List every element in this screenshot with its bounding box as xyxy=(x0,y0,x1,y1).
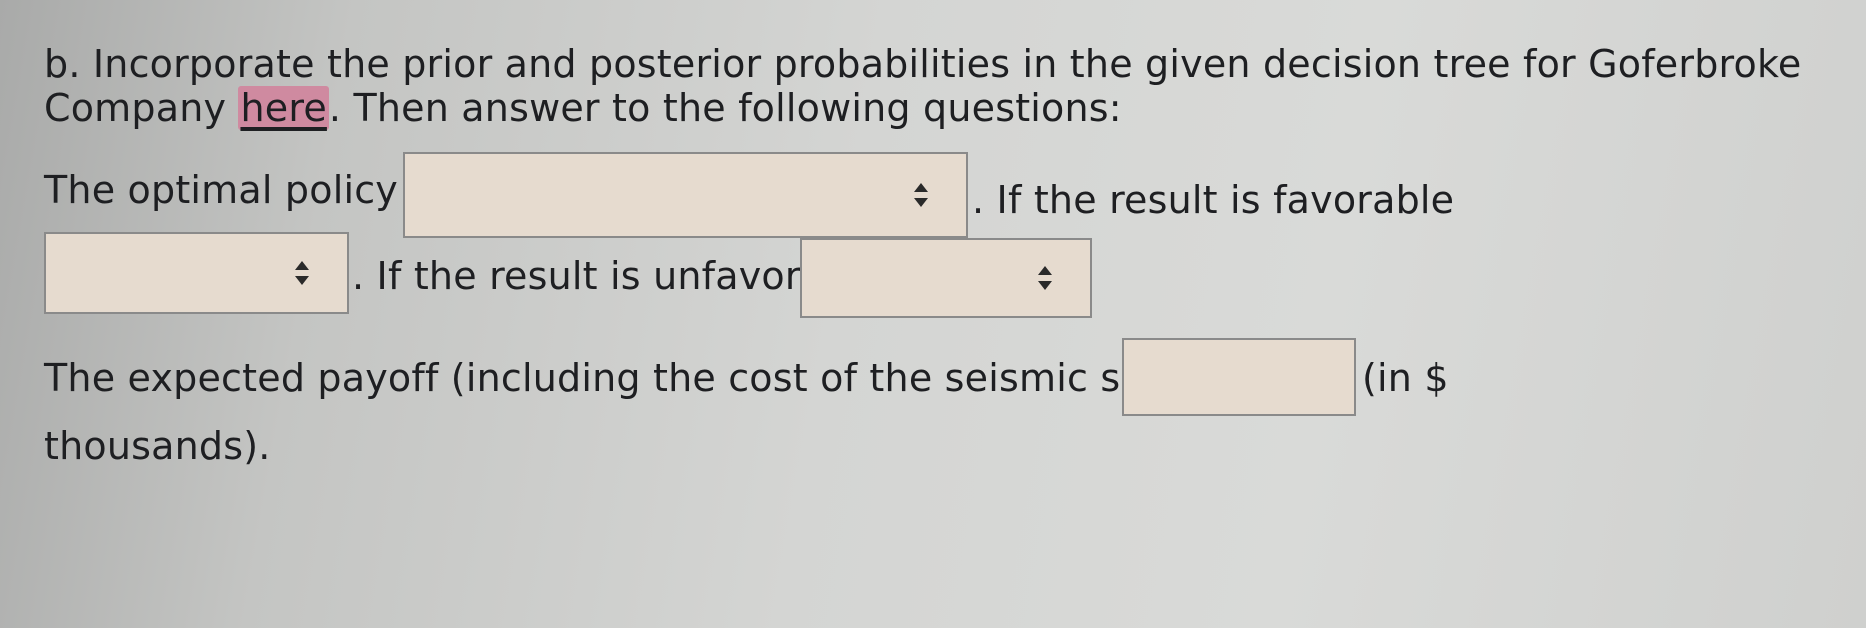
optimal-policy-select[interactable] xyxy=(403,152,968,238)
favorable-label: . If the result is favorable xyxy=(972,178,1455,222)
question-line-1: b. Incorporate the prior and posterior p… xyxy=(44,42,1802,86)
unfavorable-select[interactable] xyxy=(800,238,1092,318)
select-arrows-icon xyxy=(1038,266,1052,290)
question-line-2: Company here. Then answer to the followi… xyxy=(44,86,1122,130)
here-link[interactable]: here xyxy=(238,86,329,130)
optimal-policy-label: The optimal policy is xyxy=(44,168,442,212)
payoff-unit-label: (in $ xyxy=(1362,356,1449,400)
payoff-unit-continuation: thousands). xyxy=(44,424,271,468)
select-arrows-icon xyxy=(295,261,309,285)
question-line-2-end: . Then answer to the following questions… xyxy=(328,86,1122,130)
question-line-2-start: Company xyxy=(44,86,239,130)
select-arrows-icon xyxy=(914,183,928,207)
favorable-select[interactable] xyxy=(44,232,349,314)
expected-payoff-input[interactable] xyxy=(1122,338,1356,416)
expected-payoff-label: The expected payoff (including the cost … xyxy=(44,356,1288,400)
